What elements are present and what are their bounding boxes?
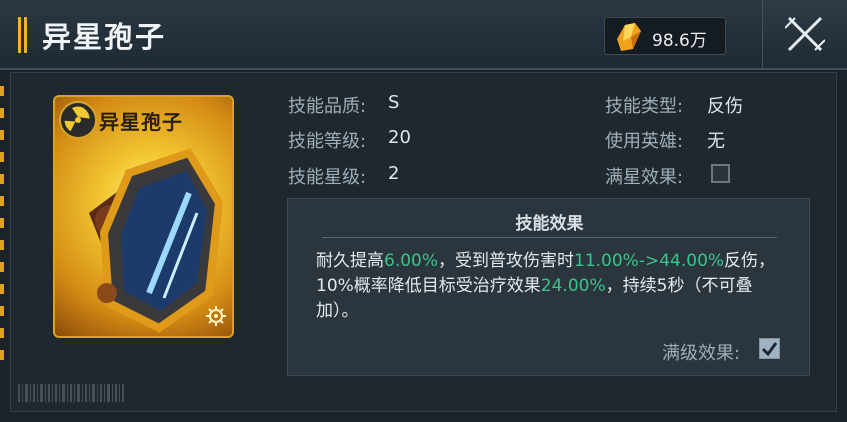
hero-value: 无 bbox=[707, 131, 725, 152]
title-accent-bar bbox=[18, 17, 27, 53]
type-label: 技能类型: bbox=[605, 96, 684, 117]
radiation-icon bbox=[59, 101, 97, 139]
star-value: 2 bbox=[388, 163, 400, 184]
close-icon bbox=[785, 16, 825, 52]
effect-highlight-value: 11.00%->44.00% bbox=[574, 251, 725, 271]
effect-highlight-value: 6.00% bbox=[384, 251, 439, 271]
quality-value: S bbox=[388, 92, 400, 113]
max-level-label: 满级效果: bbox=[662, 343, 741, 364]
card-title: 异星孢子 bbox=[99, 110, 183, 134]
effect-description: 耐久提高6.00%，受到普攻伤害时11.00%->44.00%反伤，10%概率降… bbox=[316, 249, 788, 324]
title-bar: 异星孢子 98.6万 bbox=[0, 0, 847, 70]
max-level-checkbox[interactable] bbox=[759, 338, 780, 359]
barcode-watermark bbox=[18, 384, 124, 402]
close-button[interactable] bbox=[762, 0, 847, 68]
crystal-icon bbox=[617, 23, 641, 51]
effect-highlight-value: 24.00% bbox=[540, 276, 606, 296]
checkmark-icon bbox=[761, 342, 778, 357]
type-value: 反伤 bbox=[707, 96, 743, 117]
effect-text-segment: 耐久提高 bbox=[316, 251, 384, 271]
effect-divider bbox=[322, 237, 777, 238]
full-star-label: 满星效果: bbox=[605, 167, 684, 188]
skill-card: 异星孢子 bbox=[53, 95, 234, 338]
currency-amount: 98.6万 bbox=[652, 31, 707, 51]
level-label: 技能等级: bbox=[288, 131, 367, 152]
effect-title: 技能效果 bbox=[515, 214, 584, 234]
hero-label: 使用英雄: bbox=[605, 131, 684, 152]
gear-icon bbox=[206, 306, 226, 326]
quality-label: 技能品质: bbox=[288, 96, 367, 117]
level-value: 20 bbox=[388, 127, 411, 148]
full-star-checkbox[interactable] bbox=[711, 164, 730, 183]
star-label: 技能星级: bbox=[288, 167, 367, 188]
left-edge-decoration bbox=[0, 86, 4, 372]
page-title: 异星孢子 bbox=[42, 20, 167, 54]
currency-display: 98.6万 bbox=[604, 17, 726, 55]
effect-text-segment: ，受到普攻伤害时 bbox=[438, 251, 575, 271]
